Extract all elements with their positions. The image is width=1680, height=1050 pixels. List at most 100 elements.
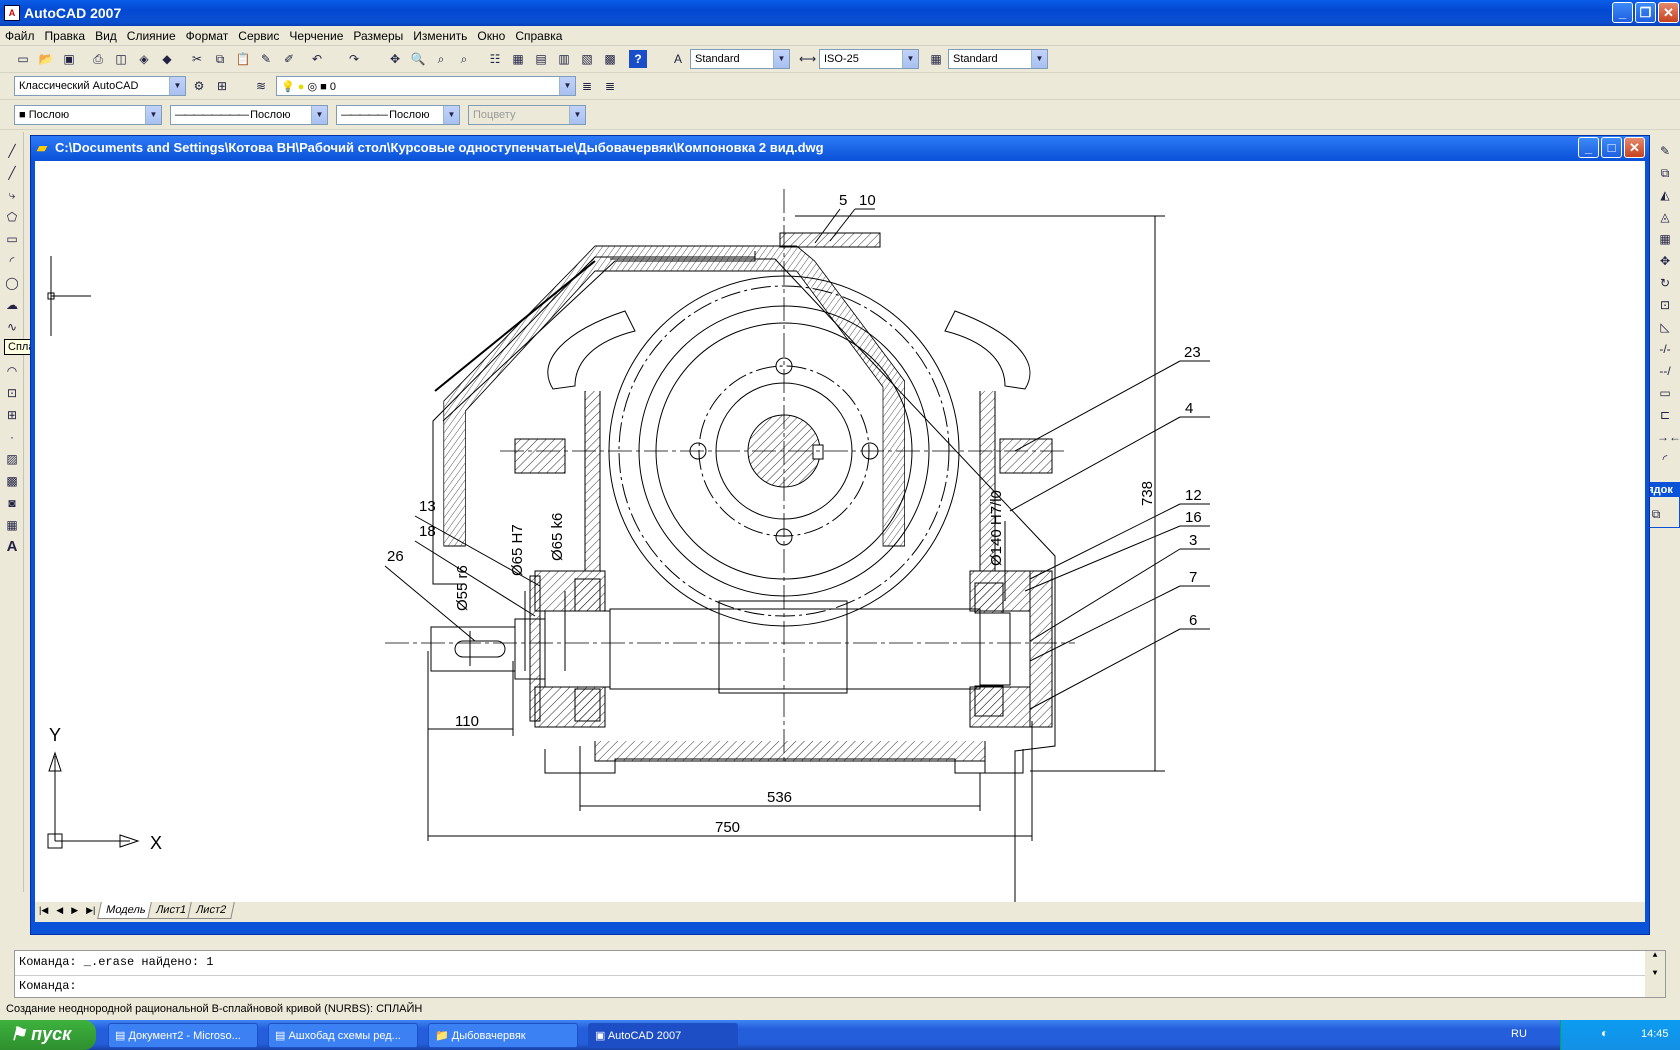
dim-style-select[interactable]: ISO-25 ▼ [819, 49, 919, 69]
menu-file[interactable]: Файл [0, 26, 40, 43]
command-window[interactable]: Команда: _.erase найдено: 1 Команда: ▲ ▼ [14, 950, 1666, 998]
calculator-icon[interactable]: ▩ [601, 50, 619, 68]
fillet-icon[interactable]: ◜ [1656, 450, 1674, 468]
redo-icon[interactable]: ↷ [345, 50, 363, 68]
join-icon[interactable]: ⊏ [1656, 406, 1674, 424]
doc-close-button[interactable]: ✕ [1624, 137, 1645, 158]
menu-help[interactable]: Справка [510, 26, 567, 43]
table-icon[interactable]: ▦ [3, 516, 21, 534]
publish-icon[interactable]: ◈ [135, 50, 153, 68]
task-autocad[interactable]: ▣ AutoCAD 2007 [588, 1023, 738, 1048]
layer-manager-icon[interactable]: ≋ [252, 77, 270, 95]
scale-icon[interactable]: ⊡ [1656, 296, 1674, 314]
start-button[interactable]: ⚑ пуск [0, 1020, 96, 1050]
menu-modify[interactable]: Изменить [408, 26, 472, 43]
doc-maximize-button[interactable]: □ [1601, 137, 1622, 158]
dim-style-icon[interactable]: ⟷ [798, 50, 816, 68]
tab-first-icon[interactable]: |◀ [35, 903, 52, 918]
break-icon[interactable]: ▭ [1656, 384, 1674, 402]
cut-icon[interactable]: ✂ [188, 50, 206, 68]
tab-next-icon[interactable]: ▶ [67, 903, 82, 918]
hatch-icon[interactable]: ▨ [3, 450, 21, 468]
construction-line-icon[interactable]: ╱ [3, 164, 21, 182]
polyline-icon[interactable]: ⤷ [3, 186, 21, 204]
spline-icon[interactable]: ∿ [3, 318, 21, 336]
command-prompt[interactable]: Команда: [19, 979, 77, 993]
line-icon[interactable]: ╱ [3, 142, 21, 160]
insert-block-icon[interactable]: ⊡ [3, 384, 21, 402]
layer-select[interactable]: 💡 ● ◎ ■ 0 ▼ [276, 76, 576, 96]
task-word[interactable]: ▤ Документ2 - Microso... [108, 1023, 258, 1048]
extend-icon[interactable]: --/ [1656, 362, 1674, 380]
tab-model[interactable]: Модель [97, 902, 155, 919]
my-workspace-icon[interactable]: ⊞ [213, 77, 231, 95]
make-block-icon[interactable]: ⊞ [3, 406, 21, 424]
block-editor-icon[interactable]: ✐ [280, 50, 298, 68]
menu-draw[interactable]: Черчение [284, 26, 348, 43]
revision-cloud-icon[interactable]: ☁ [3, 296, 21, 314]
chamfer-icon[interactable]: →← [1656, 428, 1680, 446]
stretch-icon[interactable]: ◺ [1656, 318, 1674, 336]
sheet-set-icon[interactable]: ▥ [555, 50, 573, 68]
linetype-select[interactable]: ———————— Послою ▼ [170, 105, 328, 125]
text-style-select[interactable]: Standard ▼ [690, 49, 790, 69]
arc-icon[interactable]: ◜ [3, 252, 21, 270]
erase-icon[interactable]: ✎ [1656, 142, 1674, 160]
layer-previous-icon[interactable]: ≣ [601, 77, 619, 95]
ellipse-arc-icon[interactable]: ◠ [3, 362, 21, 380]
tab-prev-icon[interactable]: ◀ [52, 903, 67, 918]
point-icon[interactable]: · [3, 428, 21, 446]
copy-object-icon[interactable]: ⧉ [1656, 164, 1674, 182]
menu-format[interactable]: Формат [181, 26, 234, 43]
workspace-select[interactable]: Классический AutoCAD ▼ [14, 76, 186, 96]
menu-window[interactable]: Окно [472, 26, 510, 43]
menu-edit[interactable]: Правка [40, 26, 91, 43]
rotate-icon[interactable]: ↻ [1656, 274, 1674, 292]
menu-dimension[interactable]: Размеры [348, 26, 408, 43]
copy-icon[interactable]: ⧉ [211, 50, 229, 68]
autocad-app-icon[interactable]: A [4, 5, 20, 21]
lineweight-select[interactable]: ————— Послою ▼ [336, 105, 460, 125]
menu-merge[interactable]: Слияние [122, 26, 181, 43]
properties-icon[interactable]: ☷ [486, 50, 504, 68]
markup-icon[interactable]: ▧ [578, 50, 596, 68]
undo-icon[interactable]: ↶ [308, 50, 326, 68]
tool-palettes-icon[interactable]: ▤ [532, 50, 550, 68]
region-icon[interactable]: ◙ [3, 494, 21, 512]
open-icon[interactable]: 📂 [37, 50, 55, 68]
array-icon[interactable]: ▦ [1656, 230, 1674, 248]
paste-icon[interactable]: 📋 [234, 50, 252, 68]
workspace-settings-icon[interactable]: ⚙ [190, 77, 208, 95]
circle-icon[interactable]: ◯ [3, 274, 21, 292]
tab-sheet2[interactable]: Лист2 [187, 902, 235, 919]
menu-view[interactable]: Вид [90, 26, 122, 43]
move-icon[interactable]: ✥ [1656, 252, 1674, 270]
drawing-canvas[interactable]: 5 10 23 4 12 16 3 7 6 13 18 26 110 536 7… [35, 161, 1645, 951]
language-indicator[interactable]: RU [1511, 1028, 1527, 1040]
zoom-window-icon[interactable]: ⌕ [432, 50, 450, 68]
mtext-icon[interactable]: A [3, 538, 21, 556]
task-folder[interactable]: 📁 Дыбовачервяк [428, 1023, 578, 1048]
text-style-icon[interactable]: A [669, 50, 687, 68]
make-object-layer-current-icon[interactable]: ≣ [578, 77, 596, 95]
zoom-realtime-icon[interactable]: 🔍 [409, 50, 427, 68]
save-icon[interactable]: ▣ [60, 50, 78, 68]
command-scrollbar[interactable]: ▲ ▼ [1645, 951, 1665, 997]
task-image-viewer[interactable]: ▤ Ашхобад схемы ред... [268, 1023, 418, 1048]
3d-publish-icon[interactable]: ◆ [158, 50, 176, 68]
tray-icon[interactable]: ◐ [1601, 1026, 1608, 1040]
rectangle-icon[interactable]: ▭ [3, 230, 21, 248]
pan-icon[interactable]: ✥ [386, 50, 404, 68]
close-button[interactable]: ✕ [1658, 2, 1679, 23]
minimize-button[interactable]: _ [1612, 2, 1633, 23]
table-style-icon[interactable]: ▦ [927, 50, 945, 68]
print-icon[interactable]: ⎙ [89, 50, 107, 68]
offset-icon[interactable]: ◬ [1656, 208, 1674, 226]
zoom-previous-icon[interactable]: ⌕ [455, 50, 473, 68]
table-style-select[interactable]: Standard ▼ [948, 49, 1048, 69]
preview-icon[interactable]: ◫ [112, 50, 130, 68]
match-properties-icon[interactable]: ✎ [257, 50, 275, 68]
help-icon[interactable]: ? [629, 50, 647, 68]
menu-tools[interactable]: Сервис [233, 26, 284, 43]
mirror-icon[interactable]: ◭ [1656, 186, 1674, 204]
